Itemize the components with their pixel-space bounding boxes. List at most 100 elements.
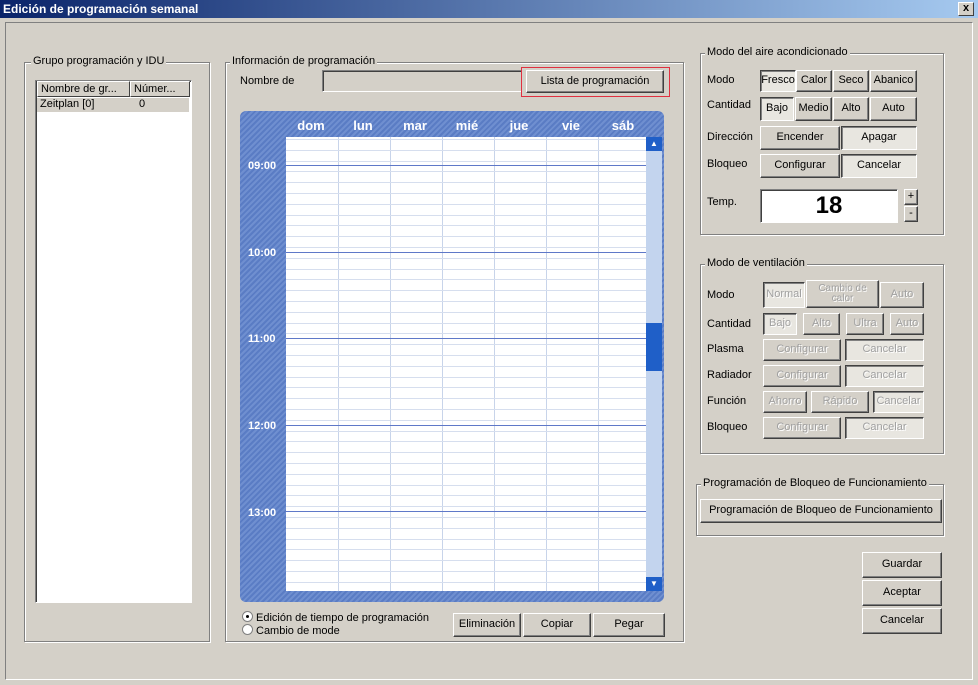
ac-mode-heat-button[interactable]: Calor xyxy=(796,70,832,92)
grid-hour-line xyxy=(286,165,646,166)
grid-row-line xyxy=(286,344,646,345)
grid-row-line xyxy=(286,452,646,453)
temp-down-button[interactable]: - xyxy=(904,206,918,222)
grid-row-line xyxy=(286,161,646,162)
function-fast-button[interactable]: Rápido xyxy=(811,391,869,413)
title-bar: Edición de programación semanal x xyxy=(0,0,978,18)
time-label: 09:00 xyxy=(248,160,277,172)
vent-mode-normal-button[interactable]: Normal xyxy=(763,282,805,308)
ac-direction-on-button[interactable]: Encender xyxy=(760,126,840,150)
radiator-label: Radiador xyxy=(707,369,752,381)
accept-button[interactable]: Aceptar xyxy=(862,580,942,606)
ac-direction-label: Dirección xyxy=(707,131,753,143)
ac-mode-fan-button[interactable]: Abanico xyxy=(870,70,917,92)
vent-lock-cancel-button[interactable]: Cancelar xyxy=(845,417,924,439)
vertical-scrollbar[interactable]: ▲ ▼ xyxy=(646,137,662,591)
ac-direction-off-button[interactable]: Apagar xyxy=(841,126,917,150)
time-label: 13:00 xyxy=(248,507,277,519)
change-mode-radio[interactable]: Cambio de mode xyxy=(242,624,340,638)
grid-hour-line xyxy=(286,252,646,253)
plasma-label: Plasma xyxy=(707,343,744,355)
scroll-down-icon[interactable]: ▼ xyxy=(646,577,662,591)
ac-amount-low-button[interactable]: Bajo xyxy=(760,97,794,121)
list-item[interactable]: Zeitplan [0] 0 xyxy=(37,98,189,112)
temp-up-button[interactable]: + xyxy=(904,189,918,205)
grid-row-line xyxy=(286,431,646,432)
day-header-wed: mié xyxy=(455,118,479,133)
grid-row-line xyxy=(286,139,646,140)
grid-row-line xyxy=(286,333,646,334)
grid-row-line xyxy=(286,215,646,216)
vent-lock-set-button[interactable]: Configurar xyxy=(763,417,841,439)
grid-row-line xyxy=(286,528,646,529)
function-label: Función xyxy=(707,395,747,407)
grid-row-line xyxy=(286,182,646,183)
cancel-button[interactable]: Cancelar xyxy=(862,608,942,634)
grid-row-line xyxy=(286,150,646,151)
grid-row-line xyxy=(286,269,646,270)
grid-row-line xyxy=(286,485,646,486)
function-cancel-button[interactable]: Cancelar xyxy=(873,391,924,413)
scroll-up-icon[interactable]: ▲ xyxy=(646,137,662,151)
grid-hour-line xyxy=(286,338,646,339)
edit-mode-radio[interactable]: Edición de tiempo de programación xyxy=(242,611,429,625)
vent-amount-high-button[interactable]: Alto xyxy=(803,313,840,335)
delete-button[interactable]: Eliminación xyxy=(453,613,521,637)
ac-mode-cool-button[interactable]: Fresco xyxy=(760,70,796,92)
grid-row-line xyxy=(286,323,646,324)
window-title: Edición de programación semanal xyxy=(3,2,199,16)
grid-row-line xyxy=(286,279,646,280)
grid-row-line xyxy=(286,409,646,410)
vent-amount-auto-button[interactable]: Auto xyxy=(890,313,924,335)
grid-row-line xyxy=(286,225,646,226)
ac-lock-set-button[interactable]: Configurar xyxy=(760,154,840,178)
schedule-info-title: Información de programación xyxy=(230,55,378,67)
list-item-name: Zeitplan [0] xyxy=(40,98,95,110)
operation-lock-button[interactable]: Programación de Bloqueo de Funcionamient… xyxy=(700,499,942,523)
ac-amount-high-button[interactable]: Alto xyxy=(833,97,869,121)
grid-row-line xyxy=(286,312,646,313)
save-button[interactable]: Guardar xyxy=(862,552,942,578)
vent-mode-auto-button[interactable]: Auto xyxy=(880,282,924,308)
ac-amount-auto-button[interactable]: Auto xyxy=(870,97,917,121)
scroll-thumb[interactable] xyxy=(646,323,662,371)
schedule-grid[interactable] xyxy=(286,137,646,591)
ac-mode-dry-button[interactable]: Seco xyxy=(833,70,869,92)
grid-row-line xyxy=(286,204,646,205)
ac-mode-title: Modo del aire acondicionado xyxy=(705,46,850,58)
ac-amount-mid-button[interactable]: Medio xyxy=(795,97,832,121)
grid-hour-line xyxy=(286,425,646,426)
grid-row-line xyxy=(286,290,646,291)
ventilation-title: Modo de ventilación xyxy=(705,257,807,269)
plasma-cancel-button[interactable]: Cancelar xyxy=(845,339,924,361)
function-saving-button[interactable]: Ahorro xyxy=(763,391,807,413)
operation-lock-title: Programación de Bloqueo de Funcionamient… xyxy=(701,477,929,489)
radiator-cancel-button[interactable]: Cancelar xyxy=(845,365,924,387)
vent-amount-label: Cantidad xyxy=(707,318,752,330)
radio-unchecked-icon xyxy=(242,624,253,635)
paste-button[interactable]: Pegar xyxy=(593,613,665,637)
day-header-tue: mar xyxy=(403,118,427,133)
column-header-number[interactable]: Númer... xyxy=(130,81,190,97)
vent-amount-low-button[interactable]: Bajo xyxy=(763,313,797,335)
radiator-set-button[interactable]: Configurar xyxy=(763,365,841,387)
vent-mode-heat-exchange-button[interactable]: Cambio de calor xyxy=(806,280,879,308)
grid-row-line xyxy=(286,560,646,561)
ac-lock-label: Bloqueo xyxy=(707,158,748,170)
plasma-set-button[interactable]: Configurar xyxy=(763,339,841,361)
ac-lock-cancel-button[interactable]: Cancelar xyxy=(841,154,917,178)
group-list[interactable]: Nombre de gr... Númer... Zeitplan [0] 0 xyxy=(35,80,192,603)
copy-button[interactable]: Copiar xyxy=(523,613,591,637)
grid-row-line xyxy=(286,571,646,572)
vent-amount-ultra-button[interactable]: Ultra xyxy=(846,313,884,335)
grid-row-line xyxy=(286,420,646,421)
grid-column-line xyxy=(390,137,391,591)
column-header-name[interactable]: Nombre de gr... xyxy=(37,81,130,97)
schedule-name-field[interactable] xyxy=(322,70,522,92)
close-button[interactable]: x xyxy=(958,2,974,16)
grid-row-line xyxy=(286,301,646,302)
grid-column-line xyxy=(442,137,443,591)
grid-row-line xyxy=(286,441,646,442)
grid-row-line xyxy=(286,506,646,507)
schedule-list-button[interactable]: Lista de programación xyxy=(526,70,664,93)
